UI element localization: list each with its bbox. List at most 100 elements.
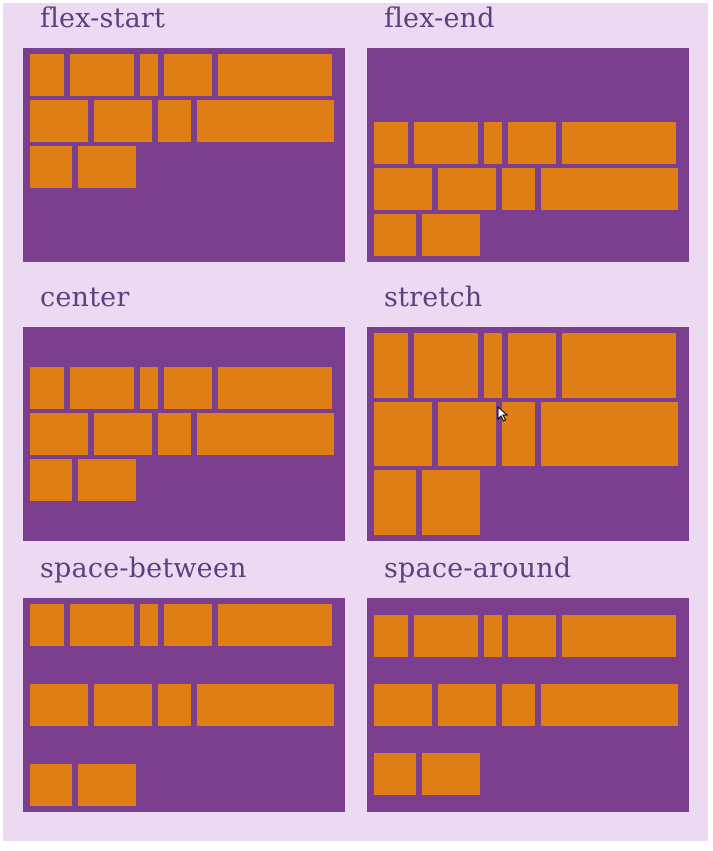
flex-item <box>484 615 502 658</box>
demo-title: flex-start <box>40 3 166 34</box>
flex-item <box>541 168 678 210</box>
flex-item <box>30 367 64 409</box>
item-row <box>27 144 341 190</box>
flex-item <box>197 413 334 455</box>
flex-item <box>164 54 212 96</box>
flex-item <box>562 333 676 398</box>
flex-item <box>140 54 158 96</box>
flex-item <box>374 333 408 398</box>
flex-item <box>508 615 556 658</box>
flex-item <box>484 122 502 164</box>
flex-item <box>484 333 502 398</box>
flex-item <box>164 604 212 646</box>
item-row <box>27 411 341 457</box>
demo-title: center <box>40 282 130 313</box>
flex-item <box>414 333 478 398</box>
demo-title: stretch <box>384 282 483 313</box>
flex-item <box>374 401 432 467</box>
item-row <box>27 682 341 728</box>
item-row <box>371 613 685 659</box>
flex-item <box>562 122 676 164</box>
demo-flex-start: flex-start <box>23 3 345 262</box>
flex-item <box>164 367 212 409</box>
item-row <box>371 400 685 469</box>
flex-item <box>374 752 416 795</box>
flex-item <box>70 604 134 646</box>
flex-item <box>422 470 480 535</box>
flex-item <box>140 604 158 646</box>
flex-item <box>30 684 88 726</box>
demo-title: flex-end <box>384 3 495 34</box>
flex-container <box>23 327 345 541</box>
flex-item <box>374 470 416 535</box>
flex-item <box>541 401 678 467</box>
flex-item <box>158 100 191 142</box>
flex-item <box>94 413 152 455</box>
flex-container <box>23 598 345 812</box>
window-edge <box>708 0 713 851</box>
flex-item <box>374 683 432 726</box>
flex-item <box>438 683 496 726</box>
demo-space-between: space-between <box>23 553 345 812</box>
item-row <box>371 682 685 728</box>
flex-item <box>218 367 332 409</box>
flex-item <box>508 122 556 164</box>
item-row <box>371 751 685 797</box>
flex-item <box>562 615 676 658</box>
flex-item <box>70 367 134 409</box>
flex-item <box>374 168 432 210</box>
flex-item <box>502 683 535 726</box>
demo-title: space-around <box>384 553 572 584</box>
flex-item <box>140 367 158 409</box>
flex-item <box>30 764 72 806</box>
flex-item <box>78 459 136 501</box>
item-row <box>27 365 341 411</box>
flex-item <box>197 100 334 142</box>
flex-item <box>30 146 72 188</box>
flex-item <box>502 168 535 210</box>
flex-item <box>30 459 72 501</box>
flex-item <box>541 683 678 726</box>
item-row <box>27 457 341 503</box>
flex-item <box>438 168 496 210</box>
demo-center: center <box>23 282 345 541</box>
flex-item <box>30 604 64 646</box>
page-background: flex-start flex-end center stretch space… <box>3 3 708 841</box>
flex-item <box>30 413 88 455</box>
demo-flex-end: flex-end <box>367 3 689 262</box>
flex-item <box>374 122 408 164</box>
flex-item <box>158 413 191 455</box>
flex-item <box>414 122 478 164</box>
item-row <box>27 762 341 808</box>
flex-item <box>508 333 556 398</box>
item-row <box>371 166 685 212</box>
item-row <box>27 98 341 144</box>
flex-item <box>218 54 332 96</box>
flex-container <box>367 48 689 262</box>
flex-item <box>374 615 408 658</box>
flex-item <box>78 764 136 806</box>
demo-title: space-between <box>40 553 247 584</box>
flex-item <box>374 214 416 256</box>
flex-item <box>78 146 136 188</box>
flex-item <box>422 214 480 256</box>
flex-item <box>94 100 152 142</box>
item-row <box>371 331 685 400</box>
flex-item <box>30 54 64 96</box>
flex-item <box>158 684 191 726</box>
item-row <box>371 212 685 258</box>
demo-space-around: space-around <box>367 553 689 812</box>
flex-container <box>367 327 689 541</box>
item-row <box>371 468 685 537</box>
flex-item <box>438 401 496 467</box>
flex-item <box>422 752 480 795</box>
flex-container <box>23 48 345 262</box>
mouse-pointer-icon <box>497 406 509 422</box>
item-row <box>27 52 341 98</box>
demo-stretch: stretch <box>367 282 689 541</box>
flex-item <box>197 684 334 726</box>
flex-item <box>414 615 478 658</box>
item-row <box>371 120 685 166</box>
flex-item <box>218 604 332 646</box>
item-row <box>27 602 341 648</box>
